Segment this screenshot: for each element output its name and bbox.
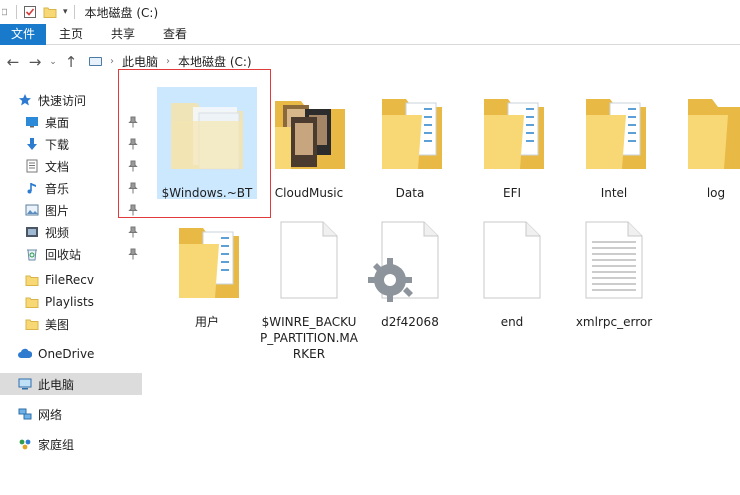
sidebar-item-label: 视频 — [45, 225, 70, 240]
sidebar-item-label: 文档 — [45, 159, 70, 174]
video-icon — [26, 227, 38, 237]
folder-icon — [688, 99, 740, 169]
recent-locations-button[interactable]: ⌄ — [46, 51, 60, 73]
folder-icon — [179, 228, 239, 298]
forward-button[interactable]: → — [24, 51, 46, 73]
tab-share[interactable]: 共享 — [97, 24, 149, 45]
sidebar-item-label: FileRecv — [45, 273, 94, 287]
sidebar-item-label: 音乐 — [45, 181, 70, 196]
chevron-right-icon: › — [166, 56, 171, 67]
file-item[interactable]: EFI — [462, 87, 562, 201]
file-item[interactable]: Intel — [564, 87, 664, 201]
folder-icon — [25, 275, 39, 286]
folder-icon — [25, 297, 39, 308]
desktop-icon — [26, 117, 38, 128]
file-item[interactable]: Data — [360, 87, 460, 201]
blank-file-icon — [483, 221, 541, 299]
sidebar-item-label: Playlists — [45, 295, 94, 309]
up-button[interactable]: ↑ — [60, 51, 82, 73]
sidebar-item-filerecv[interactable]: FileRecv — [0, 269, 142, 291]
documents-icon — [26, 159, 38, 173]
sidebar-item-videos[interactable]: 视频 — [0, 221, 142, 243]
file-name: Data — [395, 186, 425, 200]
download-icon — [27, 138, 37, 150]
navigation-bar: ← → ⌄ ↑ › 此电脑 › 本地磁盘 (C:) — [0, 46, 740, 77]
file-name: end — [500, 315, 524, 329]
sidebar-item-label: 桌面 — [45, 115, 70, 130]
customize-dropdown-icon[interactable]: ▾ — [63, 7, 68, 17]
pin-icon[interactable] — [128, 248, 138, 260]
file-name: $WINRE_BACKUP_PARTITION.MARKER — [260, 315, 358, 361]
tab-file[interactable]: 文件 — [0, 24, 46, 45]
sidebar-item-label: 网络 — [38, 407, 63, 422]
folder-icon — [586, 99, 646, 169]
system-file-gear-icon — [368, 221, 439, 302]
folder-icon — [382, 99, 442, 169]
breadcrumb-this-pc[interactable]: 此电脑 — [122, 53, 158, 70]
sidebar-item-label: 快速访问 — [38, 93, 87, 108]
properties-icon[interactable] — [2, 5, 10, 19]
sidebar-item-label: 图片 — [45, 203, 70, 218]
sidebar-item-label: 回收站 — [45, 247, 82, 262]
file-item[interactable]: $WINRE_BACKUP_PARTITION.MARKER — [259, 216, 359, 362]
file-item[interactable]: CloudMusic — [259, 87, 359, 201]
file-name: Intel — [600, 186, 628, 200]
sidebar-item-recycle-bin[interactable]: 回收站 — [0, 243, 142, 265]
file-item[interactable]: xmlrpc_error — [564, 216, 664, 330]
sidebar-item-meitu[interactable]: 美图 — [0, 313, 142, 335]
pin-icon[interactable] — [128, 226, 138, 238]
folder-with-images-icon — [275, 101, 345, 169]
sidebar-homegroup[interactable]: 家庭组 — [0, 433, 142, 455]
tab-view[interactable]: 查看 — [149, 24, 201, 45]
chevron-right-icon: › — [110, 56, 114, 67]
file-item[interactable]: log — [666, 87, 740, 201]
file-item[interactable]: end — [462, 216, 562, 330]
quick-access-toolbar: ▾ — [0, 0, 75, 24]
highlight-box — [118, 69, 271, 218]
file-name: CloudMusic — [274, 186, 344, 200]
sidebar-network[interactable]: 网络 — [0, 403, 142, 425]
ribbon-tabs: 文件 主页 共享 查看 — [0, 24, 740, 45]
recycle-bin-icon — [27, 249, 37, 261]
window-title: 本地磁盘 (C:) — [84, 5, 159, 20]
tab-home[interactable]: 主页 — [46, 24, 97, 45]
file-name: 用户 — [194, 315, 219, 329]
network-icon — [18, 408, 32, 420]
title-bar: ▾ 本地磁盘 (C:) — [0, 0, 740, 24]
music-note-icon — [27, 183, 36, 194]
text-file-icon — [585, 221, 643, 299]
file-name: EFI — [502, 186, 522, 200]
file-item[interactable]: 用户 — [157, 216, 257, 330]
star-icon — [19, 94, 31, 106]
new-folder-icon[interactable] — [43, 5, 57, 19]
breadcrumb-local-disk[interactable]: 本地磁盘 (C:) — [178, 53, 252, 70]
sidebar-item-label: OneDrive — [38, 347, 95, 361]
pictures-icon — [25, 204, 39, 216]
computer-icon — [18, 378, 32, 390]
file-name: xmlrpc_error — [575, 315, 653, 329]
homegroup-icon — [19, 439, 31, 450]
file-name: log — [706, 186, 726, 200]
sidebar-item-label: 此电脑 — [38, 377, 75, 392]
sidebar-this-pc[interactable]: 此电脑 — [0, 373, 142, 395]
file-item[interactable]: d2f42068 — [360, 216, 460, 330]
checklist-icon[interactable] — [23, 5, 37, 19]
sidebar-item-label: 美图 — [45, 317, 70, 332]
sidebar-onedrive[interactable]: OneDrive — [0, 343, 142, 365]
pc-icon — [89, 57, 102, 66]
folder-icon — [484, 99, 544, 169]
sidebar-item-label: 下载 — [45, 137, 70, 152]
back-button[interactable]: ← — [2, 51, 24, 73]
sidebar-item-playlists[interactable]: Playlists — [0, 291, 142, 313]
cloud-icon — [18, 348, 32, 358]
blank-file-icon — [280, 221, 338, 299]
sidebar-item-label: 家庭组 — [38, 437, 75, 452]
file-name: d2f42068 — [381, 315, 439, 329]
folder-icon — [25, 319, 39, 330]
